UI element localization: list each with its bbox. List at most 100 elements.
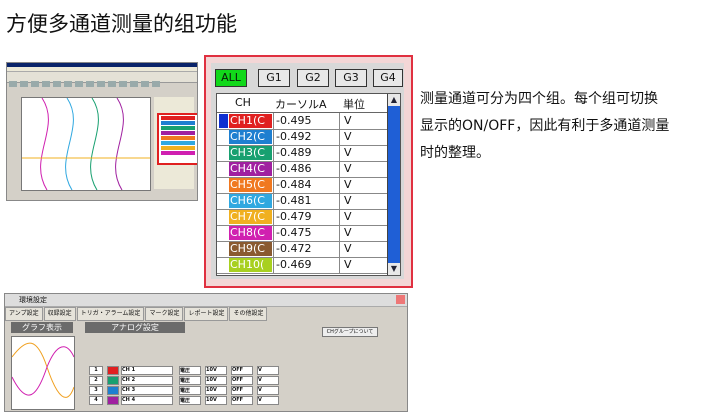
dialog-titlebar: 環境設定: [5, 294, 407, 307]
channel-name-field[interactable]: CH 1: [121, 366, 173, 375]
group-all-button[interactable]: ALL: [215, 69, 247, 87]
cursor-a-value: -0.479: [273, 209, 340, 225]
table-header: CH カーソルA 単位: [217, 94, 387, 113]
group-panel-zoom: ALL G1 G2 G3 G4 CH カーソルA 単位 CH1(C -0.495 V…: [204, 55, 413, 288]
color-swatch[interactable]: [107, 376, 119, 385]
cursor-a-value: -0.472: [273, 241, 340, 257]
tab-mark[interactable]: マーク設定: [145, 307, 184, 321]
input-select[interactable]: 電圧: [179, 386, 201, 395]
page-title: 方便多通道测量的组功能: [6, 12, 237, 36]
tab-trigger[interactable]: トリガ・アラーム設定: [76, 307, 145, 321]
unit-value: V: [339, 145, 390, 161]
header-ch: CH: [235, 96, 251, 109]
analog-settings-header: アナログ設定: [85, 322, 185, 333]
row-selector[interactable]: [219, 178, 228, 192]
feature-description: 测量通道可分为四个组。每个组可切换 显示的ON/OFF，因此有利于多通道测量 时…: [420, 86, 710, 167]
cursor-a-value: -0.486: [273, 161, 340, 177]
filter-select[interactable]: OFF: [231, 366, 253, 375]
table-row[interactable]: CH7(C -0.479 V: [217, 209, 387, 226]
unit-value: V: [339, 113, 390, 129]
scroll-down-icon[interactable]: ▼: [388, 263, 400, 275]
channel-label: CH6(C: [229, 194, 272, 208]
channel-name-field[interactable]: CH 2: [121, 376, 173, 385]
tab-other[interactable]: その他設定: [229, 307, 268, 321]
row-selector[interactable]: [219, 146, 228, 160]
table-row[interactable]: CH1(C -0.495 V: [217, 113, 387, 130]
row-selector[interactable]: [219, 162, 228, 176]
table-row[interactable]: CH6(C -0.481 V: [217, 193, 387, 210]
unit-value: V: [339, 177, 390, 193]
dialog-title: 環境設定: [19, 296, 47, 304]
description-line: 测量通道可分为四个组。每个组可切换: [420, 91, 658, 107]
table-row[interactable]: CH9(C -0.472 V: [217, 241, 387, 258]
cursor-a-value: -0.469: [273, 257, 340, 273]
graph-display-header: グラフ表示: [11, 322, 73, 333]
cursor-a-value: -0.481: [273, 193, 340, 209]
row-selector[interactable]: [219, 194, 228, 208]
row-selector[interactable]: [219, 258, 228, 272]
channel-label: CH9(C: [229, 242, 272, 256]
color-swatch[interactable]: [107, 366, 119, 375]
cursor-a-value: -0.475: [273, 225, 340, 241]
ch-group-info-button[interactable]: CHグループについて: [322, 327, 378, 337]
table-row[interactable]: CH4(C -0.486 V: [217, 161, 387, 178]
range-select[interactable]: 10V: [205, 376, 227, 385]
unit-value: V: [339, 257, 390, 273]
unit-value: V: [339, 161, 390, 177]
row-number: 1: [89, 366, 103, 375]
color-swatch[interactable]: [107, 396, 119, 405]
group-g3-button[interactable]: G3: [335, 69, 367, 87]
group-g2-button[interactable]: G2: [297, 69, 329, 87]
table-row[interactable]: CH10(-0.469 V: [217, 257, 387, 274]
input-select[interactable]: 電圧: [179, 376, 201, 385]
row-selector[interactable]: [219, 242, 228, 256]
settings-row[interactable]: 4 CH 4 電圧 10V OFF V: [85, 396, 395, 405]
group-table-highlight: [157, 113, 197, 165]
header-unit: 単位: [343, 98, 365, 111]
channel-name-field[interactable]: CH 4: [121, 396, 173, 405]
color-swatch[interactable]: [107, 386, 119, 395]
unit-value: V: [339, 193, 390, 209]
channel-label: CH4(C: [229, 162, 272, 176]
unit-value: V: [339, 225, 390, 241]
unit-value: V: [339, 129, 390, 145]
settings-dialog-thumbnail: 環境設定 アンプ設定 収録設定 トリガ・アラーム設定 マーク設定 レポート設定 その他設定…: [4, 293, 408, 412]
range-select[interactable]: 10V: [205, 386, 227, 395]
cursor-a-value: -0.492: [273, 129, 340, 145]
input-select[interactable]: 電圧: [179, 396, 201, 405]
range-select[interactable]: 10V: [205, 396, 227, 405]
tab-report[interactable]: レポート設定: [184, 307, 229, 321]
filter-select[interactable]: OFF: [231, 396, 253, 405]
description-line: 时的整理。: [420, 145, 490, 161]
settings-row[interactable]: 3 CH 3 電圧 10V OFF V: [85, 386, 395, 395]
table-row[interactable]: CH8(C -0.475 V: [217, 225, 387, 242]
range-select[interactable]: 10V: [205, 366, 227, 375]
unit-field[interactable]: V: [257, 376, 279, 385]
row-selector[interactable]: [219, 130, 228, 144]
close-icon[interactable]: [396, 295, 405, 304]
channel-label: CH10(: [229, 258, 272, 272]
settings-row[interactable]: 2 CH 2 電圧 10V OFF V: [85, 376, 395, 385]
table-row[interactable]: CH2(C -0.492 V: [217, 129, 387, 146]
unit-value: V: [339, 241, 390, 257]
tab-amp[interactable]: アンプ設定: [5, 307, 43, 321]
table-row[interactable]: CH5(C -0.484 V: [217, 177, 387, 194]
filter-select[interactable]: OFF: [231, 386, 253, 395]
unit-field[interactable]: V: [257, 386, 279, 395]
row-selector[interactable]: [219, 114, 228, 128]
group-g1-button[interactable]: G1: [258, 69, 290, 87]
table-row[interactable]: CH3(C -0.489 V: [217, 145, 387, 162]
input-select[interactable]: 電圧: [179, 366, 201, 375]
row-selector[interactable]: [219, 210, 228, 224]
table-scrollbar[interactable]: ▲ ▼: [387, 94, 400, 275]
scroll-up-icon[interactable]: ▲: [388, 94, 400, 106]
channel-name-field[interactable]: CH 3: [121, 386, 173, 395]
filter-select[interactable]: OFF: [231, 376, 253, 385]
group-g4-button[interactable]: G4: [373, 69, 403, 87]
tab-record[interactable]: 収録設定: [43, 307, 76, 321]
settings-row[interactable]: 1 CH 1 電圧 10V OFF V: [85, 366, 395, 375]
row-number: 4: [89, 396, 103, 405]
row-selector[interactable]: [219, 226, 228, 240]
unit-field[interactable]: V: [257, 366, 279, 375]
unit-field[interactable]: V: [257, 396, 279, 405]
